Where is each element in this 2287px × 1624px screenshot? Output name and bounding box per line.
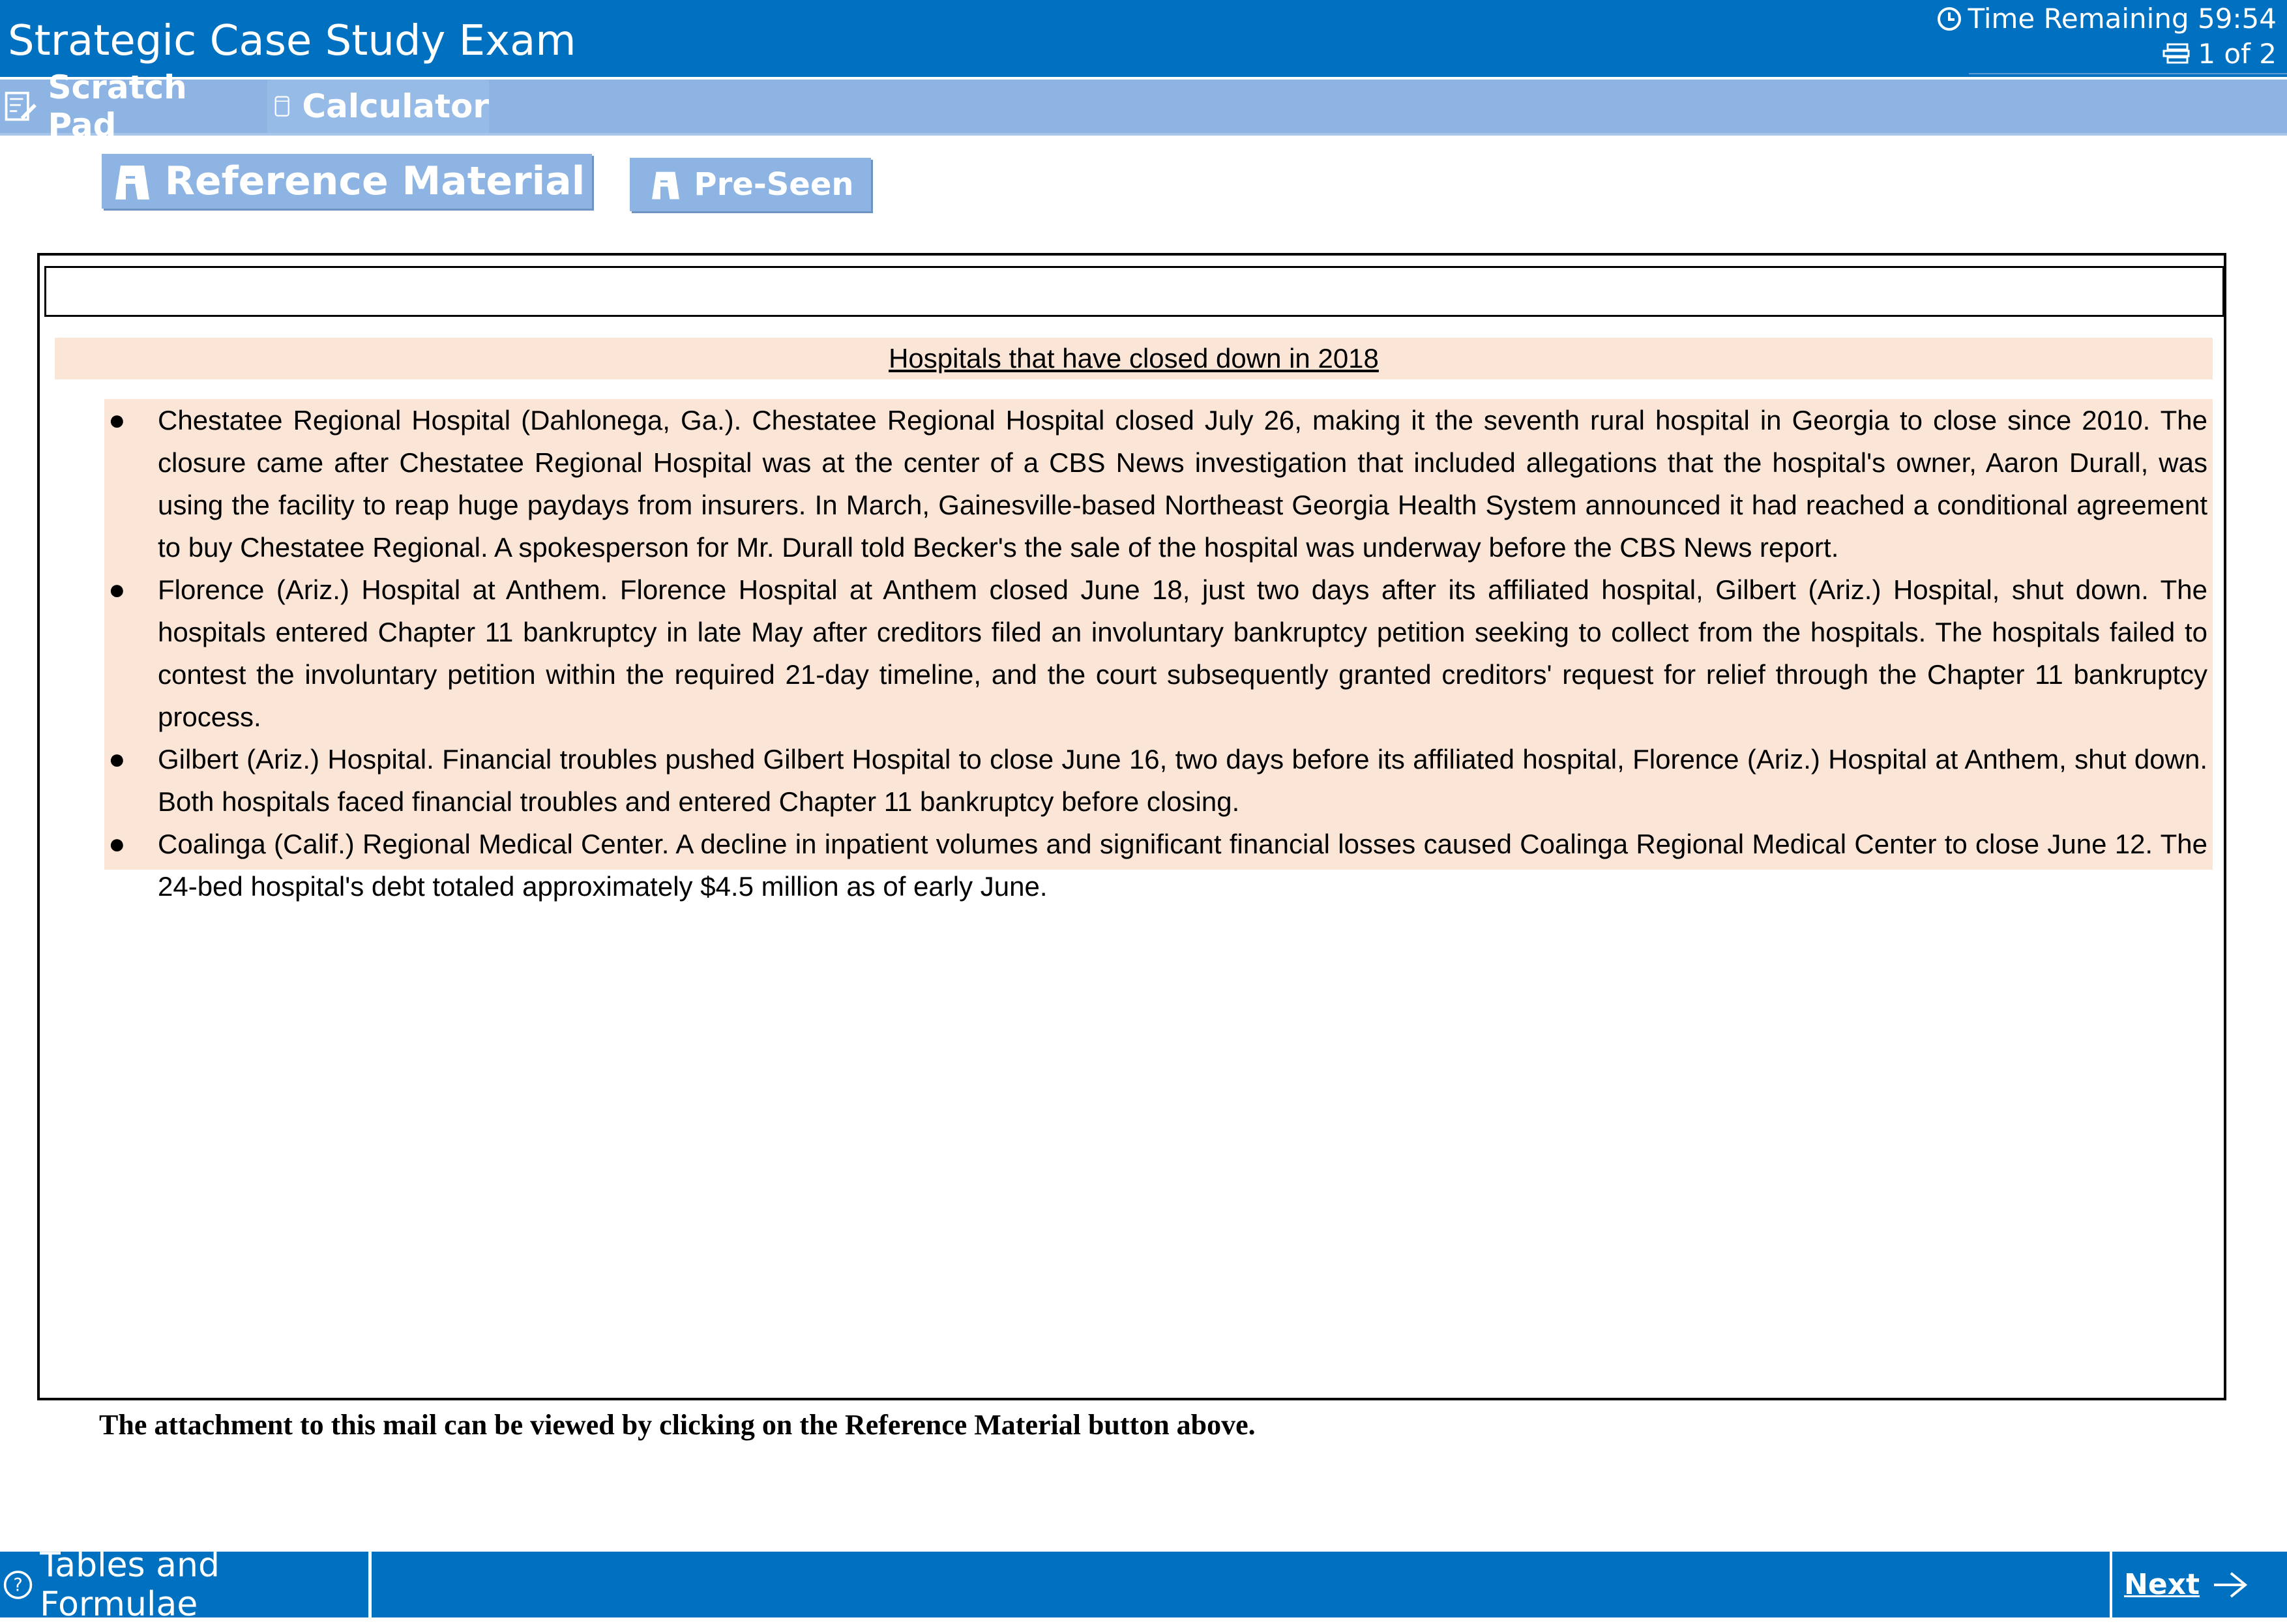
app-title: Strategic Case Study Exam	[8, 17, 576, 65]
page-indicator: 1 of 2	[2161, 38, 2277, 70]
bullet-icon: ●	[108, 743, 126, 775]
list-item: ● Gilbert (Ariz.) Hospital. Financial tr…	[104, 738, 2213, 823]
tables-and-formulae-label: Tables and Formulae	[40, 1545, 220, 1624]
list-item-text: Gilbert (Ariz.) Hospital. Financial trou…	[158, 744, 2207, 817]
scratch-pad-button[interactable]: Scratch Pad	[3, 68, 250, 144]
page-indicator-text: 1 of 2	[2198, 38, 2277, 70]
clock-icon	[1938, 7, 1962, 31]
help-icon: ?	[3, 1570, 33, 1599]
arrow-right-icon	[2214, 1571, 2248, 1598]
timer-panel: Time Remaining 59:54 1 of 2	[1938, 0, 2287, 74]
tables-and-formulae-button[interactable]: ? Tables and Formulae	[3, 1546, 372, 1624]
document-heading: Hospitals that have closed down in 2018	[55, 338, 2213, 379]
bottom-bar: ? Tables and Formulae Next	[0, 1546, 2287, 1624]
binder-icon	[115, 166, 149, 199]
calculator-icon	[274, 96, 289, 117]
next-label: Next	[2124, 1568, 2200, 1601]
list-item-text: Chestatee Regional Hospital (Dahlonega, …	[158, 405, 2207, 563]
pages-icon	[2162, 43, 2190, 63]
time-remaining-text: Time Remaining 59:54	[1968, 3, 2277, 35]
binder-icon	[652, 171, 680, 199]
toolbar: Scratch Pad Calculator	[0, 68, 2287, 144]
hospital-closure-list: ● Chestatee Regional Hospital (Dahlonega…	[104, 399, 2213, 902]
list-item: ● Chestatee Regional Hospital (Dahlonega…	[104, 399, 2213, 568]
calculator-button[interactable]: Calculator	[267, 80, 489, 133]
subject-box	[44, 266, 2224, 317]
bullet-icon: ●	[108, 574, 126, 606]
list-item: ● Florence (Ariz.) Hospital at Anthem. F…	[104, 568, 2213, 738]
time-remaining: Time Remaining 59:54	[1936, 3, 2277, 35]
next-button[interactable]: Next	[2110, 1552, 2287, 1617]
svg-text:?: ?	[13, 1575, 22, 1595]
list-item-text: Florence (Ariz.) Hospital at Anthem. Flo…	[158, 574, 2207, 732]
calculator-label: Calculator	[302, 87, 489, 125]
list-item: ● Coalinga (Calif.) Regional Medical Cen…	[104, 823, 2213, 908]
list-item-text: Coalinga (Calif.) Regional Medical Cente…	[158, 829, 2207, 902]
pre-seen-label: Pre-Seen	[694, 166, 854, 203]
reference-material-label: Reference Material	[164, 158, 585, 204]
scratch-pad-label: Scratch Pad	[48, 68, 187, 144]
pre-seen-button[interactable]: Pre-Seen	[630, 158, 871, 211]
reference-material-button[interactable]: Reference Material	[102, 154, 592, 209]
bullet-icon: ●	[108, 828, 126, 860]
app-header: Strategic Case Study Exam Time Remaining…	[0, 0, 2287, 77]
scratch-pad-icon	[5, 91, 37, 121]
bullet-icon: ●	[108, 404, 126, 436]
attachment-note: The attachment to this mail can be viewe…	[99, 1409, 1256, 1441]
